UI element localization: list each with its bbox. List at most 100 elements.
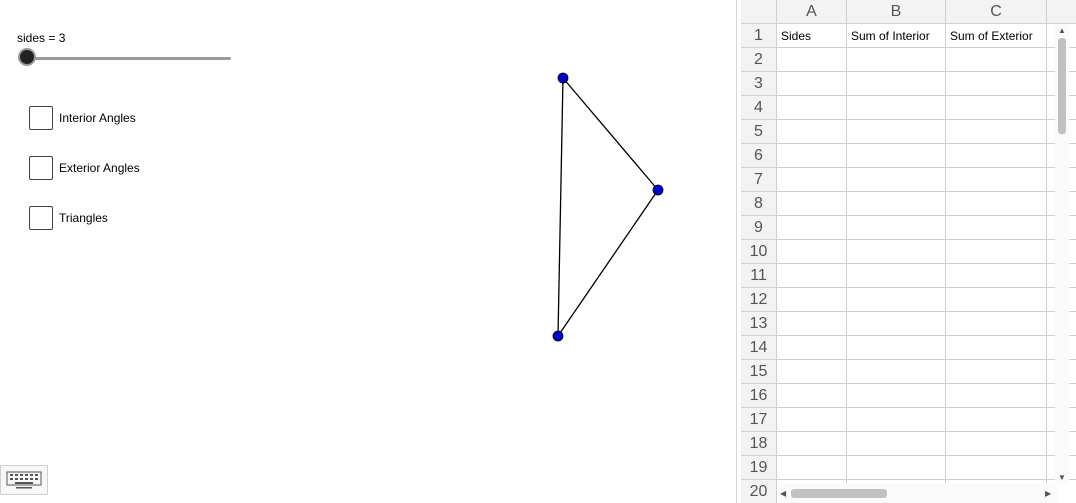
cell-b4[interactable] [847,96,946,120]
row-header-4[interactable]: 4 [741,96,777,120]
row-header-1[interactable]: 1 [741,24,777,48]
row-header-19[interactable]: 19 [741,456,777,480]
cell-c15[interactable] [946,360,1047,384]
scroll-up-icon[interactable]: ▲ [1058,27,1066,35]
cell-b13[interactable] [847,312,946,336]
cell-a1[interactable]: Sides [777,24,847,48]
cell-a12[interactable] [777,288,847,312]
cell-c6[interactable] [946,144,1047,168]
cell-a6[interactable] [777,144,847,168]
row-header-14[interactable]: 14 [741,336,777,360]
cell-a16[interactable] [777,384,847,408]
row-header-2[interactable]: 2 [741,48,777,72]
cell-c2[interactable] [946,48,1047,72]
polygon-edge[interactable] [557,189,659,337]
cell-c17[interactable] [946,408,1047,432]
cell-a3[interactable] [777,72,847,96]
polygon-vertex[interactable] [557,72,569,84]
cell-c18[interactable] [946,432,1047,456]
polygon-edge[interactable] [557,77,564,337]
row-header-12[interactable]: 12 [741,288,777,312]
cell-c3[interactable] [946,72,1047,96]
cell-b7[interactable] [847,168,946,192]
cell-b19[interactable] [847,456,946,480]
keyboard-button[interactable] [0,465,48,495]
cell-b9[interactable] [847,216,946,240]
cell-a19[interactable] [777,456,847,480]
scroll-left-icon[interactable]: ◀ [780,490,786,498]
cell-c5[interactable] [946,120,1047,144]
column-header-blank [1047,0,1076,24]
horizontal-scroll-thumb[interactable] [791,489,887,498]
cell-b16[interactable] [847,384,946,408]
cell-a9[interactable] [777,216,847,240]
row-header-8[interactable]: 8 [741,192,777,216]
row-header-3[interactable]: 3 [741,72,777,96]
row-header-10[interactable]: 10 [741,240,777,264]
row-header-18[interactable]: 18 [741,432,777,456]
cell-c9[interactable] [946,216,1047,240]
cell-a8[interactable] [777,192,847,216]
spreadsheet-view[interactable]: A B C 1 Sides Sum of Interior Sum of Exteri… [736,0,1076,503]
cell-a11[interactable] [777,264,847,288]
cell-c19[interactable] [946,456,1047,480]
cell-b18[interactable] [847,432,946,456]
cell-b6[interactable] [847,144,946,168]
cell-c13[interactable] [946,312,1047,336]
scroll-down-icon[interactable]: ▼ [1058,474,1066,482]
cell-a18[interactable] [777,432,847,456]
cell-c4[interactable] [946,96,1047,120]
vertical-scroll-thumb[interactable] [1058,38,1066,134]
cell-b1[interactable]: Sum of Interior [847,24,946,48]
row-header-20[interactable]: 20 [741,480,777,503]
cell-b8[interactable] [847,192,946,216]
vertical-scrollbar[interactable]: ▲ ▼ [1055,24,1069,484]
row-header-9[interactable]: 9 [741,216,777,240]
polygon-vertex[interactable] [652,184,664,196]
row-header-7[interactable]: 7 [741,168,777,192]
cell-b14[interactable] [847,336,946,360]
cell-a2[interactable] [777,48,847,72]
cell-c14[interactable] [946,336,1047,360]
column-header-b[interactable]: B [847,0,946,24]
cell-a7[interactable] [777,168,847,192]
cell-b11[interactable] [847,264,946,288]
row-header-16[interactable]: 16 [741,384,777,408]
cell-b3[interactable] [847,72,946,96]
column-header-c[interactable]: C [946,0,1047,24]
cell-c7[interactable] [946,168,1047,192]
row-header-5[interactable]: 5 [741,120,777,144]
polygon-edge[interactable] [562,77,659,191]
scroll-right-icon[interactable]: ▶ [1045,490,1051,498]
cell-c11[interactable] [946,264,1047,288]
cell-a4[interactable] [777,96,847,120]
cell-a13[interactable] [777,312,847,336]
cell-b12[interactable] [847,288,946,312]
cell-a14[interactable] [777,336,847,360]
row-header-11[interactable]: 11 [741,264,777,288]
cell-c8[interactable] [946,192,1047,216]
row-header-6[interactable]: 6 [741,144,777,168]
row-header-17[interactable]: 17 [741,408,777,432]
cell-a15[interactable] [777,360,847,384]
cell-b10[interactable] [847,240,946,264]
row-header-13[interactable]: 13 [741,312,777,336]
cell-c10[interactable] [946,240,1047,264]
cell-b17[interactable] [847,408,946,432]
row-header-15[interactable]: 15 [741,360,777,384]
cell-c16[interactable] [946,384,1047,408]
cell-a10[interactable] [777,240,847,264]
cell-a17[interactable] [777,408,847,432]
graphics-view[interactable]: sides = 3 Interior Angles Exterior Angle… [0,0,736,503]
cell-b15[interactable] [847,360,946,384]
spreadsheet-corner[interactable] [741,0,777,24]
cell-c12[interactable] [946,288,1047,312]
polygon-drawing [552,72,664,342]
polygon-vertex[interactable] [552,330,564,342]
cell-a5[interactable] [777,120,847,144]
cell-b5[interactable] [847,120,946,144]
cell-b2[interactable] [847,48,946,72]
horizontal-scrollbar[interactable]: ◀ ▶ [777,484,1057,503]
column-header-a[interactable]: A [777,0,847,24]
cell-c1[interactable]: Sum of Exterior [946,24,1047,48]
